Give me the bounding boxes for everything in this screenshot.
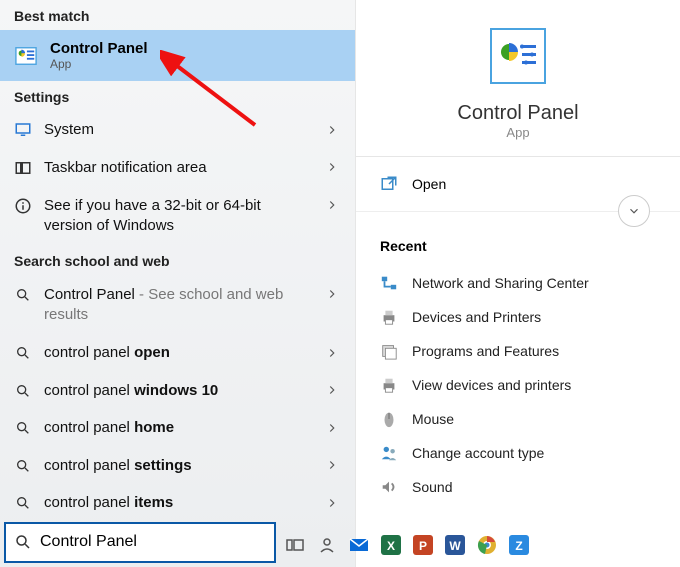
web-result[interactable]: control panel home xyxy=(0,409,355,447)
result-label: control panel home xyxy=(44,418,311,438)
recent-item[interactable]: Network and Sharing Center xyxy=(380,266,656,300)
result-label: Control Panel - See school and web resul… xyxy=(44,285,311,324)
search-web-header: Search school and web xyxy=(0,245,355,275)
recent-label: Mouse xyxy=(412,411,454,427)
search-icon xyxy=(14,533,32,551)
details-subtitle: App xyxy=(506,125,529,140)
result-label: System xyxy=(44,120,311,140)
web-result[interactable]: control panel settings xyxy=(0,447,355,485)
chevron-right-icon xyxy=(323,158,341,176)
open-action[interactable]: Open xyxy=(356,157,680,212)
chevron-right-icon xyxy=(323,381,341,399)
recent-label: Programs and Features xyxy=(412,343,559,359)
svg-text:P: P xyxy=(419,539,427,553)
user-icon xyxy=(380,444,398,462)
search-input-container[interactable] xyxy=(4,522,276,564)
result-label: control panel windows 10 xyxy=(44,381,311,401)
search-icon xyxy=(14,494,32,512)
people-icon[interactable] xyxy=(314,532,340,558)
best-match-subtitle: App xyxy=(50,57,341,71)
settings-result[interactable]: System xyxy=(0,111,355,149)
chevron-right-icon xyxy=(323,344,341,362)
recent-label: Network and Sharing Center xyxy=(412,275,589,291)
recent-label: Change account type xyxy=(412,445,544,461)
recent-header: Recent xyxy=(380,238,656,254)
control-panel-icon-large xyxy=(490,28,546,84)
settings-result[interactable]: See if you have a 32-bit or 64-bit versi… xyxy=(0,186,355,245)
result-label: See if you have a 32-bit or 64-bit versi… xyxy=(44,196,311,235)
recent-item[interactable]: Programs and Features xyxy=(380,334,656,368)
monitor-icon xyxy=(14,121,32,139)
mouse-icon xyxy=(380,410,398,428)
search-icon xyxy=(14,286,32,304)
chevron-right-icon xyxy=(323,196,341,214)
svg-text:W: W xyxy=(449,539,461,553)
details-panel: Control Panel App Open Recent Network an… xyxy=(355,0,680,567)
open-label: Open xyxy=(412,176,446,192)
word-icon[interactable]: W xyxy=(442,532,468,558)
allapps-icon xyxy=(14,159,32,177)
recent-item[interactable]: View devices and printers xyxy=(380,368,656,402)
svg-text:X: X xyxy=(387,539,395,553)
powerpoint-icon[interactable]: P xyxy=(410,532,436,558)
result-label: Taskbar notification area xyxy=(44,158,311,178)
control-panel-icon xyxy=(14,44,38,68)
recent-label: Devices and Printers xyxy=(412,309,541,325)
search-icon xyxy=(14,419,32,437)
web-result[interactable]: control panel windows 10 xyxy=(0,372,355,410)
printer-icon xyxy=(380,376,398,394)
search-icon xyxy=(14,344,32,362)
best-match-result[interactable]: Control Panel App xyxy=(0,30,355,81)
search-results-panel: Best match Control Panel App Settings Sy… xyxy=(0,0,355,567)
taskbar: XPWZ xyxy=(282,529,532,561)
network-icon xyxy=(380,274,398,292)
web-result[interactable]: control panel open xyxy=(0,334,355,372)
best-match-header: Best match xyxy=(0,0,355,30)
chevron-right-icon xyxy=(323,419,341,437)
best-match-title: Control Panel xyxy=(50,40,341,57)
chevron-right-icon xyxy=(323,121,341,139)
chrome-icon[interactable] xyxy=(474,532,500,558)
result-label: control panel settings xyxy=(44,456,311,476)
search-input[interactable] xyxy=(40,533,266,551)
search-icon xyxy=(14,382,32,400)
svg-text:Z: Z xyxy=(515,539,522,553)
settings-result[interactable]: Taskbar notification area xyxy=(0,149,355,187)
recent-item[interactable]: Mouse xyxy=(380,402,656,436)
zalo-icon[interactable]: Z xyxy=(506,532,532,558)
sound-icon xyxy=(380,478,398,496)
search-icon xyxy=(14,457,32,475)
info-icon xyxy=(14,197,32,215)
result-label: control panel items xyxy=(44,493,311,513)
mail-icon[interactable] xyxy=(346,532,372,558)
chevron-right-icon xyxy=(323,494,341,512)
recent-label: View devices and printers xyxy=(412,377,571,393)
printer-icon xyxy=(380,308,398,326)
task-view-icon[interactable] xyxy=(282,532,308,558)
chevron-right-icon xyxy=(323,285,341,303)
settings-header: Settings xyxy=(0,81,355,111)
chevron-right-icon xyxy=(323,456,341,474)
recent-item[interactable]: Devices and Printers xyxy=(380,300,656,334)
recent-item[interactable]: Change account type xyxy=(380,436,656,470)
recent-label: Sound xyxy=(412,479,452,495)
programs-icon xyxy=(380,342,398,360)
recent-item[interactable]: Sound xyxy=(380,470,656,504)
details-title: Control Panel xyxy=(457,102,578,125)
web-result[interactable]: Control Panel - See school and web resul… xyxy=(0,275,355,334)
web-result[interactable]: control panel items xyxy=(0,484,355,522)
excel-icon[interactable]: X xyxy=(378,532,404,558)
open-icon xyxy=(380,175,398,193)
result-label: control panel open xyxy=(44,343,311,363)
expand-button[interactable] xyxy=(618,195,650,227)
